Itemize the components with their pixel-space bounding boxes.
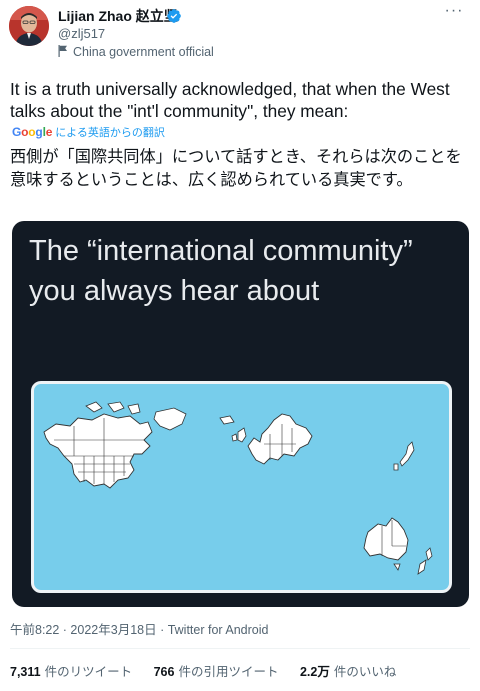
world-map [31,381,452,593]
image-caption: The “international community” you always… [29,235,413,307]
translated-text: 西側が「国際共同体」について話すとき、それらは次のことを意味するということは、広… [10,147,462,189]
verified-badge-icon [167,9,181,23]
avatar[interactable] [9,6,49,46]
timestamp[interactable]: 午前8:22 · 2022年3月18日 · Twitter for Androi… [10,622,268,638]
retweet-count[interactable]: 7,311 件のリツイート [10,664,132,680]
handle[interactable]: @zlj517 [58,26,105,42]
google-logo: Google [12,125,53,139]
like-count[interactable]: 2.2万 件のいいね [300,664,396,680]
engagement-stats: 7,311 件のリツイート 766 件の引用ツイート 2.2万 件のいいね [10,664,414,680]
display-name[interactable]: Lijian Zhao 赵立坚 [58,8,178,25]
tweet-image[interactable]: The “international community” you always… [12,221,469,607]
quote-count[interactable]: 766 件の引用ツイート [154,664,279,680]
account-label-text: China government official [73,45,214,59]
divider [10,648,470,649]
flag-icon [58,45,67,57]
tweet-text: It is a truth universally acknowledged, … [10,79,450,121]
tweet: Lijian Zhao 赵立坚 @zlj517 China government… [0,0,480,691]
translation-note: による英語からの翻訳 [55,127,165,139]
more-dots-icon[interactable]: ··· [442,3,466,24]
account-label: China government official [58,44,214,60]
translation-attribution[interactable]: Google による英語からの翻訳 [12,125,165,140]
